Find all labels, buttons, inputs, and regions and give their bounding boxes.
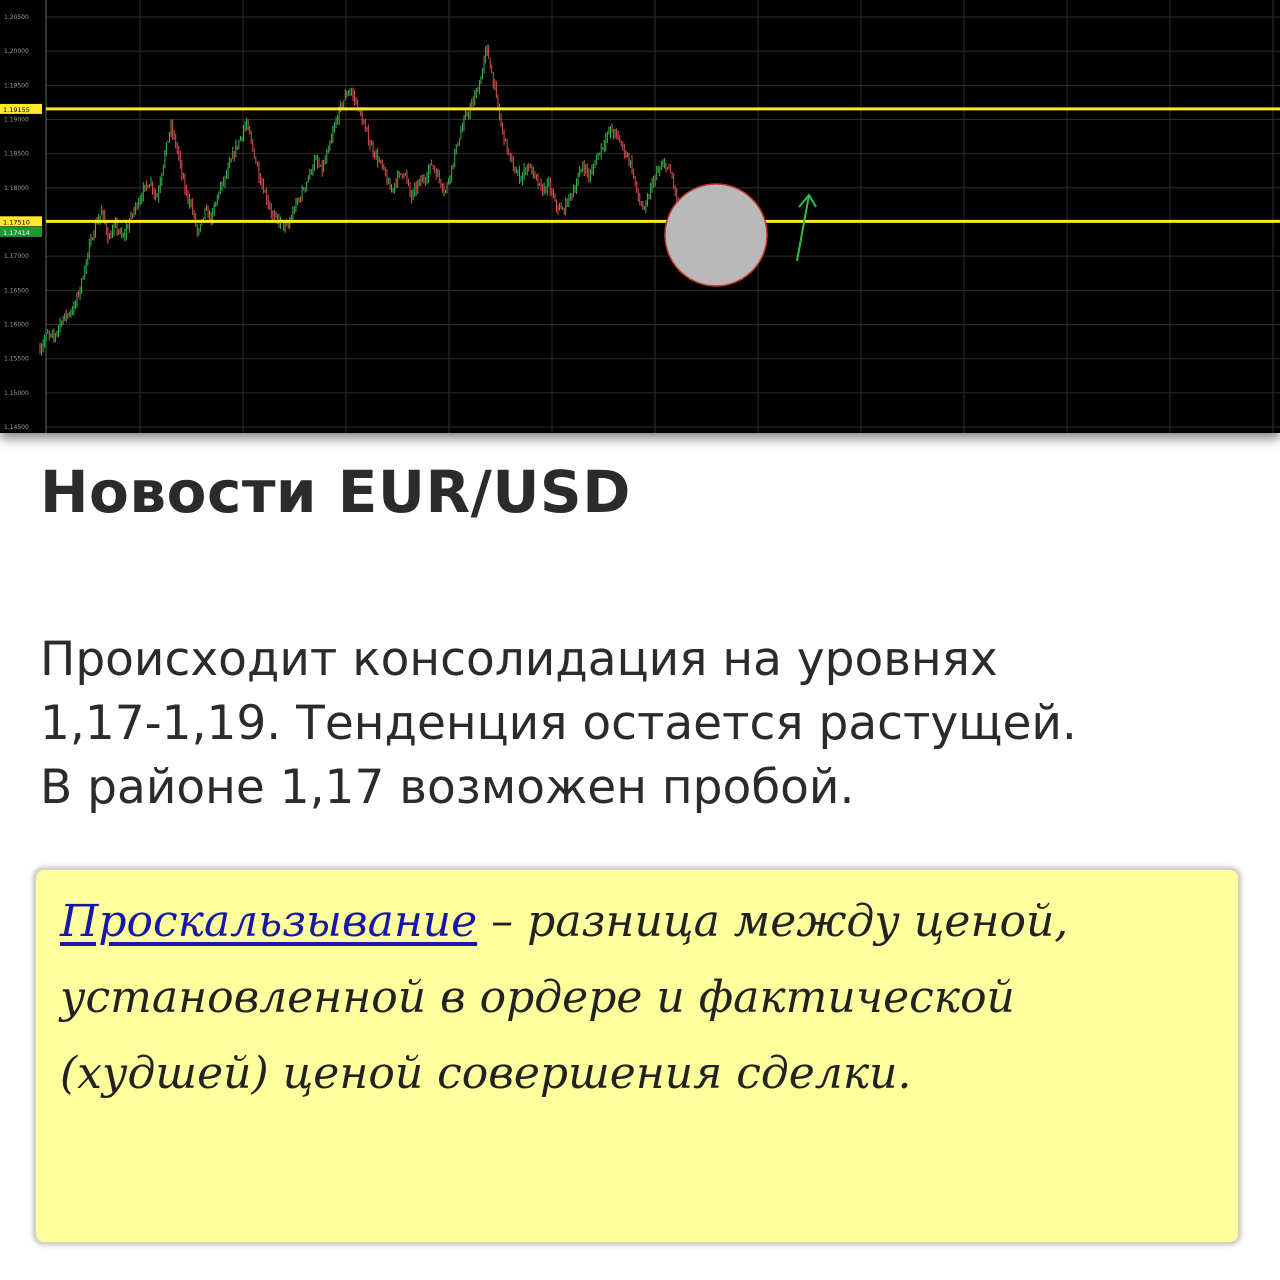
annotations [664,183,817,287]
news-line: В районе 1,17 возможен пробой. [40,760,855,815]
price-tick-label: 1.17000 [4,253,29,260]
price-tick-label: 1.18500 [4,151,29,158]
news-body: Происходит консолидация на уровнях 1,17-… [40,628,1265,820]
definition-text: Проскальзывание – разница между ценой, у… [60,884,1214,1112]
level-price-label: 1.19155 [3,106,30,114]
definition-note: Проскальзывание – разница между ценой, у… [34,868,1240,1244]
price-tick-label: 1.18000 [4,185,29,192]
price-tick-label: 1.19000 [4,117,29,124]
price-tick-label: 1.15500 [4,356,29,363]
price-tick-label: 1.19500 [4,82,29,89]
breakout-circle-marker [664,183,768,287]
candles-group [39,44,687,356]
price-tick-label: 1.16000 [4,322,29,329]
definition-term: Проскальзывание [60,896,478,947]
price-tick-label: 1.20500 [4,14,29,21]
price-tick-label: 1.15000 [4,390,29,397]
price-tick-label: 1.20000 [4,48,29,55]
current-price-label: 1.17414 [3,229,30,237]
level-lines: 1.19155 1.17510 1.17414 [0,103,1280,237]
eurusd-price-chart: 1.20500 1.20000 1.19500 1.19000 1.18500 1.180… [0,0,1280,433]
news-title: Новости EUR/USD [40,458,631,526]
up-arrow-icon [796,194,810,262]
price-tick-label: 1.16500 [4,287,29,294]
price-chart-panel: 1.20500 1.20000 1.19500 1.19000 1.18500 1.180… [0,0,1280,433]
level-price-label: 1.17510 [3,218,30,226]
news-line: Происходит консолидация на уровнях [40,632,998,687]
price-tick-label: 1.14500 [4,424,29,431]
chart-grid [46,0,1280,433]
news-line: 1,17-1,19. Тенденция остается растущей. [40,696,1077,751]
